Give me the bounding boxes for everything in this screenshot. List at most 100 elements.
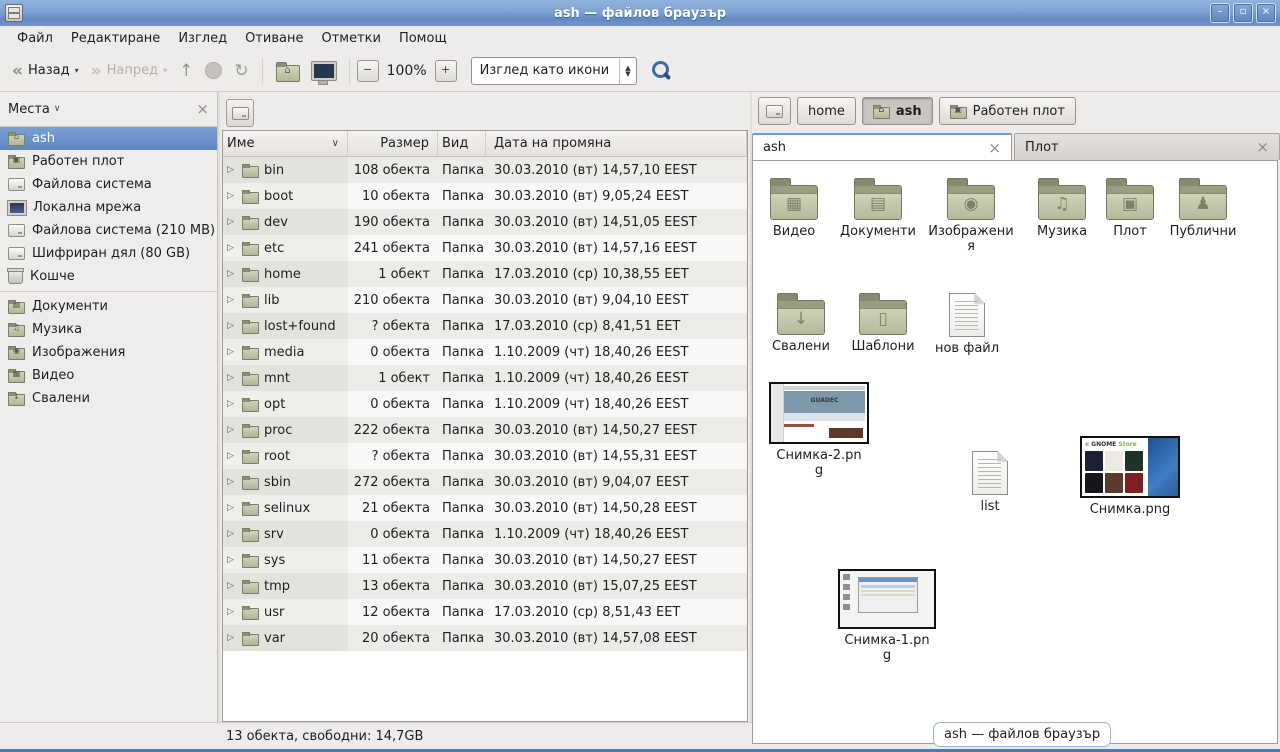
icon-view[interactable]: ▦Видео▤Документи◉Изображения♫Музика▣Плот… (752, 160, 1278, 744)
column-header-Дата на промяна[interactable]: Дата на промяна (486, 131, 747, 156)
combo-spinner-icon[interactable]: ▲▼ (619, 58, 635, 84)
expander-icon[interactable]: ▷ (227, 529, 237, 539)
menu-item-Редактиране[interactable]: Редактиране (62, 28, 169, 49)
sidebar-close-icon[interactable]: × (196, 100, 209, 118)
sidebar-item-ash[interactable]: ⌂ash (0, 127, 217, 150)
expander-icon[interactable]: ▷ (227, 503, 237, 513)
breadcrumb-button-home[interactable]: home (797, 97, 856, 125)
tab-close-icon[interactable]: × (1256, 138, 1269, 156)
table-row[interactable]: ▷boot10 обектаПапка30.03.2010 (вт) 9,05,… (223, 183, 747, 209)
sidebar-item-Видео[interactable]: ▦Видео (0, 364, 217, 387)
sidebar-item-Музика[interactable]: ♫Музика (0, 318, 217, 341)
sidebar-item-Файлова система[interactable]: Файлова система (0, 173, 217, 196)
menu-item-Отметки[interactable]: Отметки (312, 28, 389, 49)
table-row[interactable]: ▷media0 обектаПапка1.10.2009 (чт) 18,40,… (223, 339, 747, 365)
icon-item-Видео[interactable]: ▦Видео (749, 176, 839, 239)
icon-item-list[interactable]: list (945, 447, 1035, 514)
column-header-Размер[interactable]: Размер (348, 131, 438, 156)
zoom-out-button[interactable]: − (357, 60, 379, 82)
zoom-in-button[interactable]: + (435, 60, 457, 82)
tree-pane: Име∨РазмерВидДата на промяна ▷bin108 обе… (220, 92, 750, 722)
up-button[interactable]: ↑ (173, 57, 199, 85)
tab-close-icon[interactable]: × (988, 139, 1001, 157)
column-header-Вид[interactable]: Вид (438, 131, 486, 156)
expander-icon[interactable]: ▷ (227, 217, 237, 227)
icon-item-нов файл[interactable]: нов файл (922, 289, 1012, 356)
table-row[interactable]: ▷sbin272 обектаПапка30.03.2010 (вт) 9,04… (223, 469, 747, 495)
tab-Плот[interactable]: Плот× (1014, 133, 1280, 160)
back-dropdown-icon[interactable]: ▾ (75, 66, 79, 75)
icon-item-Снимка-1.png[interactable]: Снимка-1.png (842, 569, 932, 663)
menu-item-Файл[interactable]: Файл (8, 28, 62, 49)
expander-icon[interactable]: ▷ (227, 425, 237, 435)
table-row[interactable]: ▷opt0 обектаПапка1.10.2009 (чт) 18,40,26… (223, 391, 747, 417)
expander-icon[interactable]: ▷ (227, 295, 237, 305)
expander-icon[interactable]: ▷ (227, 321, 237, 331)
expander-icon[interactable]: ▷ (227, 633, 237, 643)
icon-item-Публични[interactable]: ♟Публични (1158, 176, 1248, 239)
sidebar-item-Файлова система (210 MB)[interactable]: Файлова система (210 MB) (0, 219, 217, 242)
table-row[interactable]: ▷usr12 обектаПапка17.03.2010 (ср) 8,51,4… (223, 599, 747, 625)
reload-button[interactable]: ↻ (228, 57, 254, 85)
table-row[interactable]: ▷mnt1 обектПапка1.10.2009 (чт) 18,40,26 … (223, 365, 747, 391)
home-button[interactable]: ⌂ (270, 55, 306, 87)
minimize-button[interactable]: – (1210, 3, 1230, 23)
expander-icon[interactable]: ▷ (227, 243, 237, 253)
root-location-button[interactable] (226, 99, 254, 127)
column-header-Име[interactable]: Име∨ (223, 131, 348, 156)
sidebar-item-Свалени[interactable]: ↓Свалени (0, 387, 217, 410)
table-row[interactable]: ▷lib210 обектаПапка30.03.2010 (вт) 9,04,… (223, 287, 747, 313)
menu-item-Помощ[interactable]: Помощ (390, 28, 456, 49)
forward-button[interactable]: » Напред ▾ (85, 58, 173, 83)
expander-icon[interactable]: ▷ (227, 373, 237, 383)
table-row[interactable]: ▷var20 обектаПапка30.03.2010 (вт) 14,57,… (223, 625, 747, 651)
table-row[interactable]: ▷home1 обектПапка17.03.2010 (ср) 10,38,5… (223, 261, 747, 287)
maximize-button[interactable]: ▫ (1233, 3, 1253, 23)
sidebar-title-dropdown[interactable]: Места ∨ (8, 102, 196, 117)
tab-ash[interactable]: ash× (752, 133, 1012, 160)
table-row[interactable]: ▷etc241 обектаПапка30.03.2010 (вт) 14,57… (223, 235, 747, 261)
expander-icon[interactable]: ▷ (227, 347, 237, 357)
sidebar-item-Локална мрежа[interactable]: Локална мрежа (0, 196, 217, 219)
expander-icon[interactable]: ▷ (227, 477, 237, 487)
search-icon[interactable] (651, 60, 673, 82)
breadcrumb-button-ash[interactable]: ⌂ash (862, 97, 933, 125)
icon-item-Свалени[interactable]: ↓Свалени (756, 291, 846, 354)
sidebar-item-Документи[interactable]: ▤Документи (0, 295, 217, 318)
table-row[interactable]: ▷dev190 обектаПапка30.03.2010 (вт) 14,51… (223, 209, 747, 235)
icon-item-Изображения[interactable]: ◉Изображения (926, 176, 1016, 254)
view-mode-combobox[interactable]: Изглед като икони ▲▼ (471, 57, 637, 85)
back-button[interactable]: « Назад ▾ (6, 58, 85, 83)
sidebar-item-Работен плот[interactable]: ▣Работен плот (0, 150, 217, 173)
expander-icon[interactable]: ▷ (227, 607, 237, 617)
sidebar-item-Изображения[interactable]: ◉Изображения (0, 341, 217, 364)
breadcrumb-button-drive[interactable] (758, 97, 791, 125)
table-row[interactable]: ▷srv0 обектаПапка1.10.2009 (чт) 18,40,26… (223, 521, 747, 547)
icon-item-Снимка.png[interactable]: e GNOME StoreСнимка.png (1085, 436, 1175, 517)
expander-icon[interactable]: ▷ (227, 451, 237, 461)
expander-icon[interactable]: ▷ (227, 269, 237, 279)
menu-item-Изглед[interactable]: Изглед (169, 28, 236, 49)
expander-icon[interactable]: ▷ (227, 555, 237, 565)
computer-button[interactable] (306, 57, 342, 85)
table-row[interactable]: ▷proc222 обектаПапка30.03.2010 (вт) 14,5… (223, 417, 747, 443)
expander-icon[interactable]: ▷ (227, 399, 237, 409)
table-row[interactable]: ▷tmp13 обектаПапка30.03.2010 (вт) 15,07,… (223, 573, 747, 599)
expander-icon[interactable]: ▷ (227, 191, 237, 201)
table-row[interactable]: ▷selinux21 обектаПапка30.03.2010 (вт) 14… (223, 495, 747, 521)
table-row[interactable]: ▷lost+found? обектаПапка17.03.2010 (ср) … (223, 313, 747, 339)
icon-item-Документи[interactable]: ▤Документи (833, 176, 923, 239)
menu-item-Отиване[interactable]: Отиване (236, 28, 312, 49)
table-row[interactable]: ▷bin108 обектаПапка30.03.2010 (вт) 14,57… (223, 157, 747, 183)
expander-icon[interactable]: ▷ (227, 165, 237, 175)
sidebar-item-Кошче[interactable]: Кошче (0, 265, 217, 288)
expander-icon[interactable]: ▷ (227, 581, 237, 591)
table-row[interactable]: ▷sys11 обектаПапка30.03.2010 (вт) 14,50,… (223, 547, 747, 573)
table-row[interactable]: ▷root? обектаПапка30.03.2010 (вт) 14,55,… (223, 443, 747, 469)
pane-splitter[interactable] (218, 92, 220, 722)
icon-item-Снимка-2.png[interactable]: Снимка-2.png (774, 382, 864, 478)
close-button[interactable]: × (1256, 3, 1276, 23)
sidebar-item-Шифриран дял (80 GB)[interactable]: Шифриран дял (80 GB) (0, 242, 217, 265)
icon-item-Шаблони[interactable]: ▯Шаблони (838, 291, 928, 354)
breadcrumb-button-Работен плот[interactable]: ▣Работен плот (939, 97, 1076, 125)
